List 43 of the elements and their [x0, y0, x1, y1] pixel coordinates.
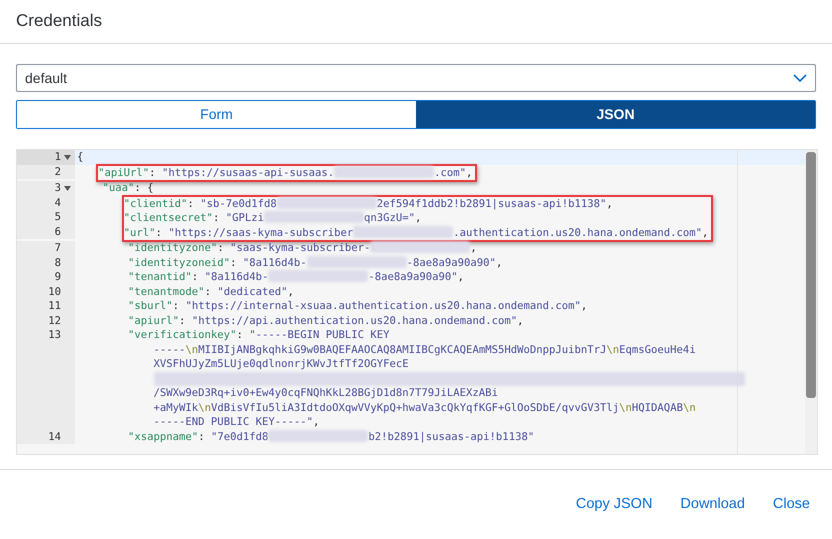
line-number: 14 — [48, 430, 61, 442]
line-number: 4 — [54, 196, 61, 208]
code-line: XVSFhUJyZm5LUje0qdlnonrjKWvJtfTf2OGYFecE — [152, 357, 410, 372]
fold-caret-icon[interactable] — [64, 155, 71, 160]
code-line: "clientid": "sb-7e0d1fd8 2ef594f1ddb2!b2891|susaas-api!b1138", — [124, 196, 614, 211]
line-number: 10 — [48, 286, 61, 298]
chevron-down-icon — [793, 74, 807, 82]
code-line: /SWXw9eD3Rq+iv0+Ew4y0cqFNQhKkL28BGjD1d8n7T79JiLAEXzABi — [152, 386, 499, 400]
line-number: 1 — [54, 151, 61, 163]
scrollbar-thumb[interactable] — [806, 152, 816, 398]
code-line: "xsappname": "7e0d1fd8 b2!b2891|susaas-api!b1138" — [127, 430, 536, 444]
json-editor[interactable] — [16, 149, 818, 455]
line-number: 2 — [54, 166, 61, 178]
line-number: 7 — [54, 242, 61, 254]
line-number: 8 — [54, 256, 61, 268]
code-line: "url": "https://saas-kyma-subscriber .authentication.us20.hana.ondemand.com", — [124, 226, 710, 240]
code-line: +aMyWIk\nVdBisVfIu5liA3IdtdoOXqwVVyKpQ+hwaVa3cQkYqfKGF+GlOoSDbE/qvvGV3Tlj\nHQIDAQAB\n — [152, 400, 697, 415]
line-number: 6 — [54, 226, 61, 238]
code-line: -----\nMIIBIjANBgkqhkiG9w0BAQEFAAOCAQ8AMIIBCgKCAQEAmMS5HdWoDnppJuibnTrJ\nEqmsGoeuHe4i — [152, 342, 697, 357]
code-line: "tenantid": "8a116d4b- -8ae8a9a90a90", — [127, 270, 466, 284]
footer-button[interactable]: Copy JSON — [564, 490, 664, 520]
view-tab[interactable]: JSON — [416, 101, 815, 128]
footer-button[interactable]: Close — [760, 490, 822, 520]
line-number: 3 — [54, 182, 61, 194]
code-line: "identityzone": "saas-kyma-subscriber- , — [127, 241, 478, 256]
code-line: -----END PUBLIC KEY-----", — [152, 415, 320, 430]
fold-caret-icon[interactable] — [64, 186, 71, 191]
line-number: 11 — [48, 300, 61, 312]
line-number: 12 — [48, 314, 61, 326]
code-line: "tenantmode": "dedicated", — [127, 284, 295, 299]
code-line: "apiurl": "https://api.authentication.us20.hana.ondemand.com", — [127, 314, 524, 328]
code-line: "sburl": "https://internal-xsuaa.authentication.us20.hana.ondemand.com", — [127, 299, 588, 314]
dropdown-select[interactable]: default — [16, 64, 816, 92]
code-line: "clientsecret": "GPLzi qn3GzU=", — [124, 211, 422, 226]
code-line: "identityzoneid": "8a116d4b- -8ae8a9a90a90", — [127, 256, 504, 270]
line-number: 5 — [54, 211, 61, 223]
footer-button[interactable]: Download — [668, 490, 757, 520]
dialog-title: Credentials — [16, 10, 103, 32]
code-line: "apiUrl": "https://susaas-api-susaas. .com", — [98, 166, 474, 180]
line-number: 9 — [54, 271, 61, 283]
code-line: "verificationkey": "-----BEGIN PUBLIC KEY — [127, 328, 391, 342]
code-line: "uaa": { — [102, 181, 155, 196]
line-number: 13 — [48, 329, 61, 341]
